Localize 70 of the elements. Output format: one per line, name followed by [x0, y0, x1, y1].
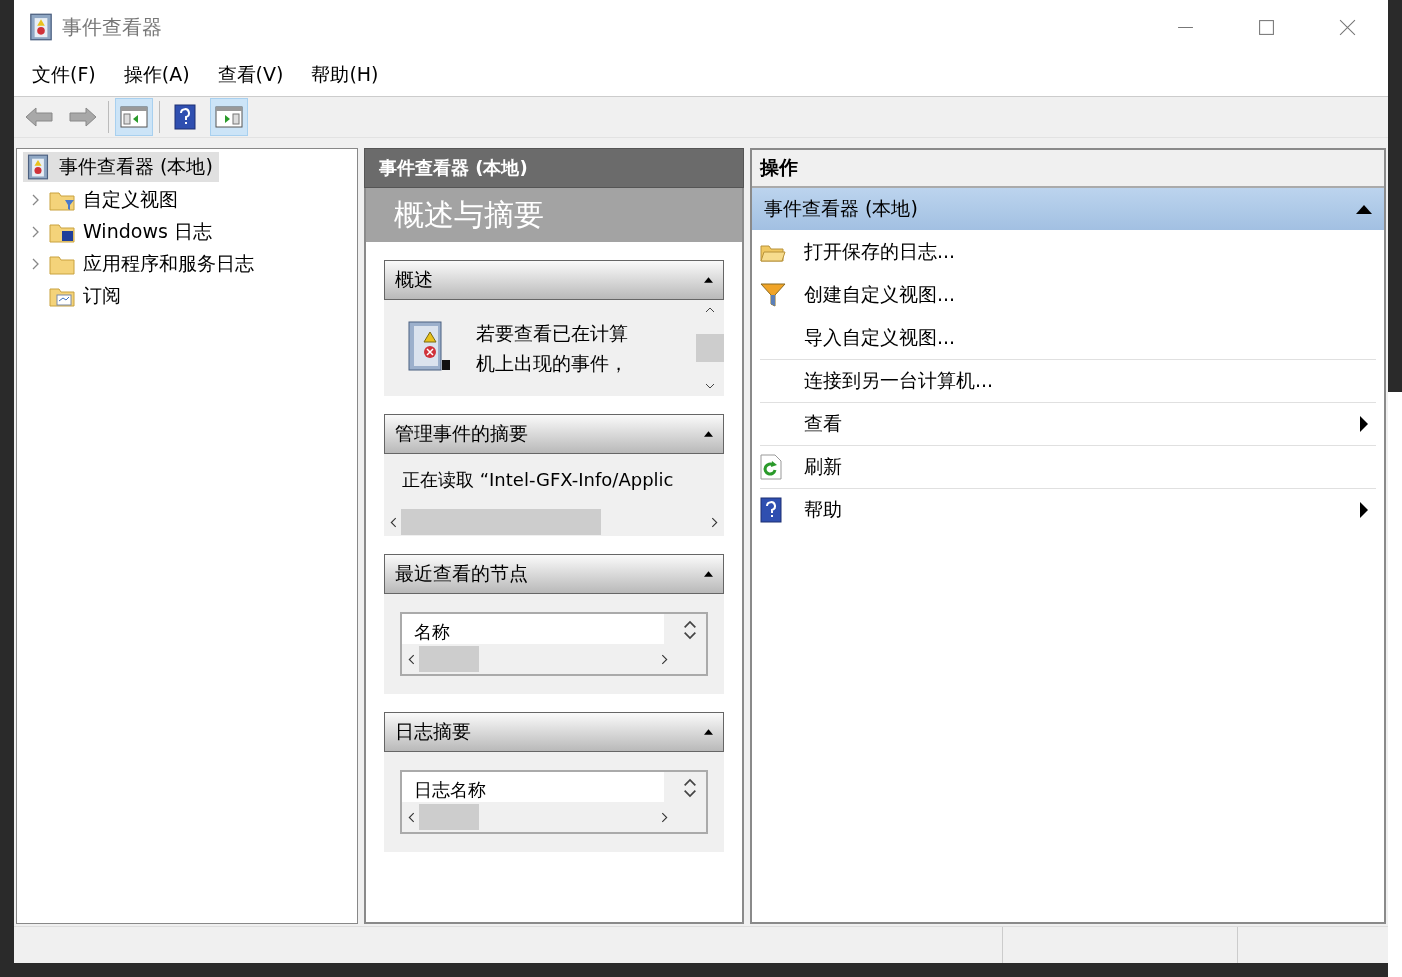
section-title: 最近查看的节点 [395, 561, 528, 586]
refresh-icon [760, 454, 782, 480]
section-title: 日志摘要 [395, 719, 471, 744]
scroll-up-icon[interactable] [705, 307, 715, 313]
tree-item[interactable]: 事件查看器 (本地) [23, 152, 219, 182]
show-pane-button[interactable] [210, 98, 248, 136]
status-text: 正在读取 “Intel-GFX-Info/Applic [401, 468, 675, 492]
panel-layout-icon [120, 105, 148, 129]
column-header[interactable]: 日志名称 [402, 772, 664, 802]
sort-icon[interactable] [682, 618, 698, 642]
action-link[interactable]: 创建自定义视图... [804, 282, 956, 308]
filter-icon [760, 282, 786, 308]
pane-header: 操作 [752, 150, 1384, 188]
maximize-icon[interactable] [1258, 18, 1275, 36]
tree-item[interactable]: 自定义视图 [47, 185, 184, 215]
event-log-icon [25, 154, 51, 180]
submenu-arrow-icon[interactable] [1360, 416, 1368, 432]
action-link[interactable]: 刷新 [804, 454, 842, 480]
collapse-icon[interactable] [704, 277, 713, 283]
scroll-right-icon[interactable] [711, 516, 718, 528]
tree-item[interactable]: 订阅 [47, 281, 127, 311]
action-link[interactable]: 帮助 [804, 497, 842, 523]
menu-item[interactable]: 帮助(H) [311, 62, 379, 88]
panel-layout-icon [215, 105, 243, 129]
action-link[interactable]: 查看 [804, 411, 842, 437]
section-header[interactable]: 概述 [384, 260, 724, 300]
expand-chevron-icon[interactable] [31, 258, 39, 270]
scroll-left-icon[interactable] [390, 516, 397, 528]
tree-item[interactable]: 应用程序和服务日志 [47, 249, 260, 279]
tree-item[interactable]: Windows 日志 [47, 217, 218, 247]
scroll-right-icon[interactable] [661, 811, 668, 823]
scroll-left-icon[interactable] [408, 811, 415, 823]
app-icon [28, 13, 54, 41]
right-arrow-icon [68, 106, 98, 128]
show-tree-button[interactable] [115, 98, 153, 136]
sort-icon[interactable] [682, 776, 698, 800]
action-link[interactable]: 连接到另一台计算机... [804, 368, 994, 394]
list-box[interactable]: 日志名称 [400, 770, 708, 834]
left-arrow-icon [24, 106, 54, 128]
menu-item[interactable]: 操作(A) [123, 62, 190, 88]
action-group-header[interactable]: 事件查看器 (本地) [752, 188, 1384, 230]
overview-text: 若要查看已在计算机上出现的事件， [476, 321, 629, 376]
section-header[interactable]: 日志摘要 [384, 712, 724, 752]
column-header[interactable]: 名称 [402, 614, 664, 644]
help-icon [760, 497, 782, 523]
scroll-left-icon[interactable] [408, 653, 415, 665]
group-title: 事件查看器 (本地) [764, 196, 918, 221]
section-header[interactable]: 最近查看的节点 [384, 554, 724, 594]
submenu-arrow-icon[interactable] [1360, 502, 1368, 518]
collapse-icon[interactable] [1356, 204, 1372, 214]
section-header[interactable]: 管理事件的摘要 [384, 414, 724, 454]
help-icon [174, 104, 196, 130]
section-title: 概述 [395, 267, 433, 292]
close-icon[interactable] [1339, 18, 1356, 36]
section-title: 管理事件的摘要 [395, 421, 528, 446]
list-box[interactable]: 名称 [400, 612, 708, 676]
action-link[interactable]: 导入自定义视图... [804, 325, 956, 351]
expand-chevron-icon[interactable] [31, 194, 39, 206]
action-link[interactable]: 打开保存的日志... [804, 239, 956, 265]
expand-chevron-icon[interactable] [31, 226, 39, 238]
scroll-down-icon[interactable] [705, 383, 715, 389]
window-title: 事件查看器 [62, 13, 162, 41]
menu-item[interactable]: 文件(F) [32, 62, 96, 88]
collapse-icon[interactable] [704, 571, 713, 577]
collapse-icon[interactable] [704, 431, 713, 437]
collapse-icon[interactable] [704, 729, 713, 735]
pane-header: 事件查看器 (本地) [364, 148, 744, 188]
scroll-right-icon[interactable] [661, 653, 668, 665]
page-title: 概述与摘要 [366, 188, 742, 242]
menu-item[interactable]: 查看(V) [217, 62, 284, 88]
